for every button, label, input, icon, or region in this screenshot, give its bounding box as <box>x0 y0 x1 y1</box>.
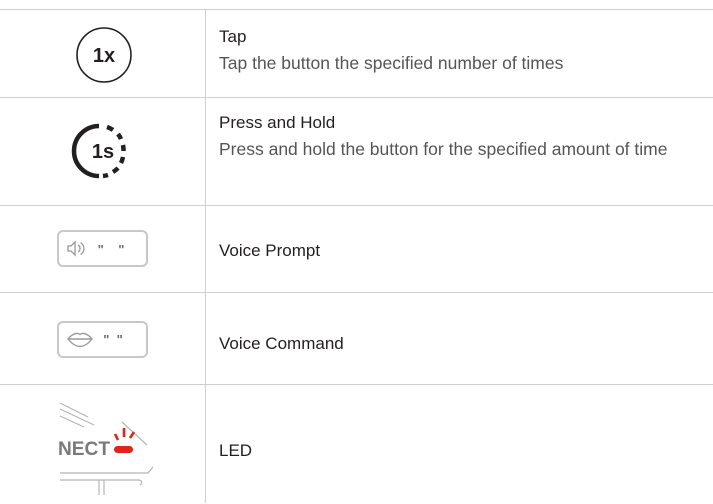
legend-term: Press and Hold <box>219 113 336 132</box>
tap-icon-label: 1x <box>93 45 115 67</box>
press-hold-icon-cell: 1s <box>0 98 205 205</box>
voice-command-quotes: " " <box>103 332 123 347</box>
voice-command-icon-cell: " " <box>0 293 205 384</box>
voice-prompt-quotes: " " <box>98 242 125 257</box>
legend-table: 1x Tap Tap the button the specified numb… <box>0 0 713 503</box>
legend-term: LED <box>219 441 253 460</box>
legend-description: Tap the button the specified number of t… <box>219 53 564 73</box>
legend-row-voice-command: " " Voice Command <box>0 292 713 384</box>
column-divider <box>205 9 206 503</box>
tap-text-cell: Tap Tap the button the specified number … <box>219 26 703 76</box>
press-hold-1s-icon: 1s <box>71 123 126 179</box>
device-label-text: NECT <box>58 439 110 460</box>
legend-term: Tap <box>219 27 247 46</box>
voice-command-text-cell: Voice Command <box>219 333 703 355</box>
voice-prompt-icon: " " <box>57 230 148 267</box>
led-light <box>114 446 133 453</box>
legend-description: Press and hold the button for the specif… <box>219 139 668 159</box>
led-icon: NECT <box>58 402 154 495</box>
press-hold-icon-label: 1s <box>92 141 114 163</box>
voice-prompt-icon-cell: " " <box>0 206 205 292</box>
led-icon-cell: NECT <box>0 385 205 503</box>
legend-row-tap: 1x Tap Tap the button the specified numb… <box>0 9 713 97</box>
press-hold-text-cell: Press and Hold Press and hold the button… <box>219 112 703 162</box>
legend-row-led: NECT LED <box>0 384 713 503</box>
voice-prompt-text-cell: Voice Prompt <box>219 240 703 262</box>
tap-icon-cell: 1x <box>0 10 205 97</box>
voice-command-icon: " " <box>57 321 148 358</box>
legend-row-press-hold: 1s Press and Hold Press and hold the but… <box>0 97 713 205</box>
legend-term: Voice Command <box>219 334 344 353</box>
legend-row-voice-prompt: " " Voice Prompt <box>0 205 713 292</box>
tap-1x-icon: 1x <box>76 27 132 83</box>
legend-term: Voice Prompt <box>219 241 321 260</box>
led-text-cell: LED <box>219 440 703 462</box>
